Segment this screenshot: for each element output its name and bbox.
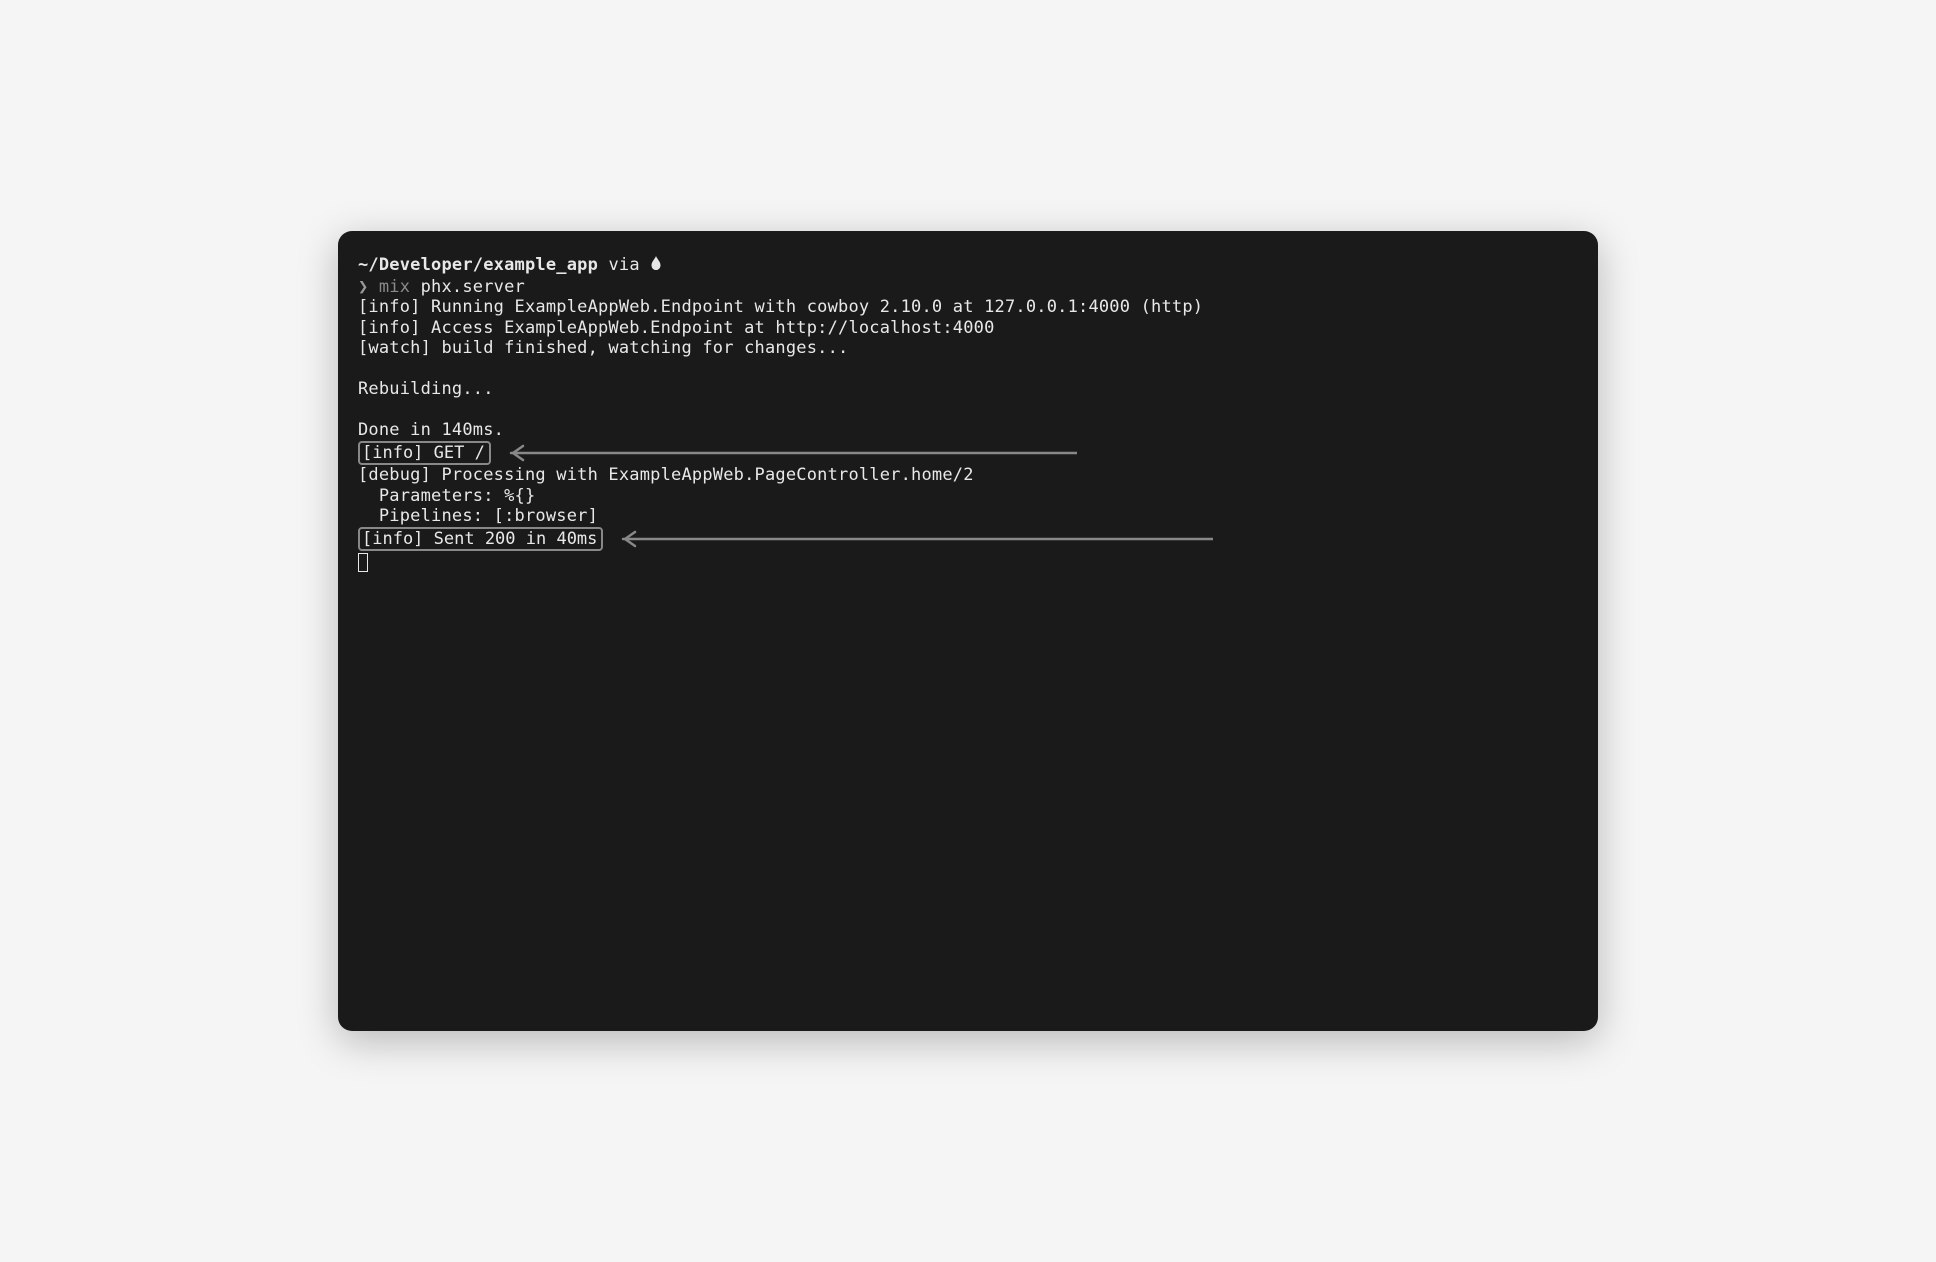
prompt-line: ~/Developer/example_app via (358, 255, 1578, 277)
log-line: Done in 140ms. (358, 420, 1578, 441)
highlight-box: [info] Sent 200 in 40ms (358, 527, 603, 551)
prompt-path: ~/Developer/example_app (358, 255, 598, 275)
cmd-text: phx.server (421, 277, 525, 297)
cmd-dim: mix (379, 277, 421, 297)
highlighted-line-2: [info] Sent 200 in 40ms (358, 527, 1578, 551)
arrow-annotation (497, 444, 1077, 462)
log-line: [debug] Processing with ExampleAppWeb.Pa… (358, 465, 1578, 486)
arrow-annotation (609, 530, 1213, 548)
log-line: Rebuilding... (358, 379, 1578, 400)
log-line: [info] Running ExampleAppWeb.Endpoint wi… (358, 297, 1578, 318)
log-line: [info] Access ExampleAppWeb.Endpoint at … (358, 318, 1578, 339)
elixir-drop-icon (650, 255, 662, 277)
command-line: ❯ mix phx.server (358, 277, 1578, 298)
log-line: Parameters: %{} (358, 486, 1578, 507)
terminal-window[interactable]: ~/Developer/example_app via ❯ mix phx.se… (338, 231, 1598, 1031)
highlighted-line-1: [info] GET / (358, 441, 1578, 465)
log-line: [watch] build finished, watching for cha… (358, 338, 1578, 359)
cursor (358, 553, 368, 572)
prompt-char: ❯ (358, 277, 379, 297)
log-line: Pipelines: [:browser] (358, 506, 1578, 527)
highlight-text: [info] GET / (362, 443, 485, 463)
prompt-via: via (598, 255, 650, 275)
blank-line (358, 400, 1578, 421)
cursor-line (358, 551, 1578, 576)
blank-line (358, 359, 1578, 380)
highlight-box: [info] GET / (358, 441, 491, 465)
highlight-text: [info] Sent 200 in 40ms (362, 529, 597, 549)
